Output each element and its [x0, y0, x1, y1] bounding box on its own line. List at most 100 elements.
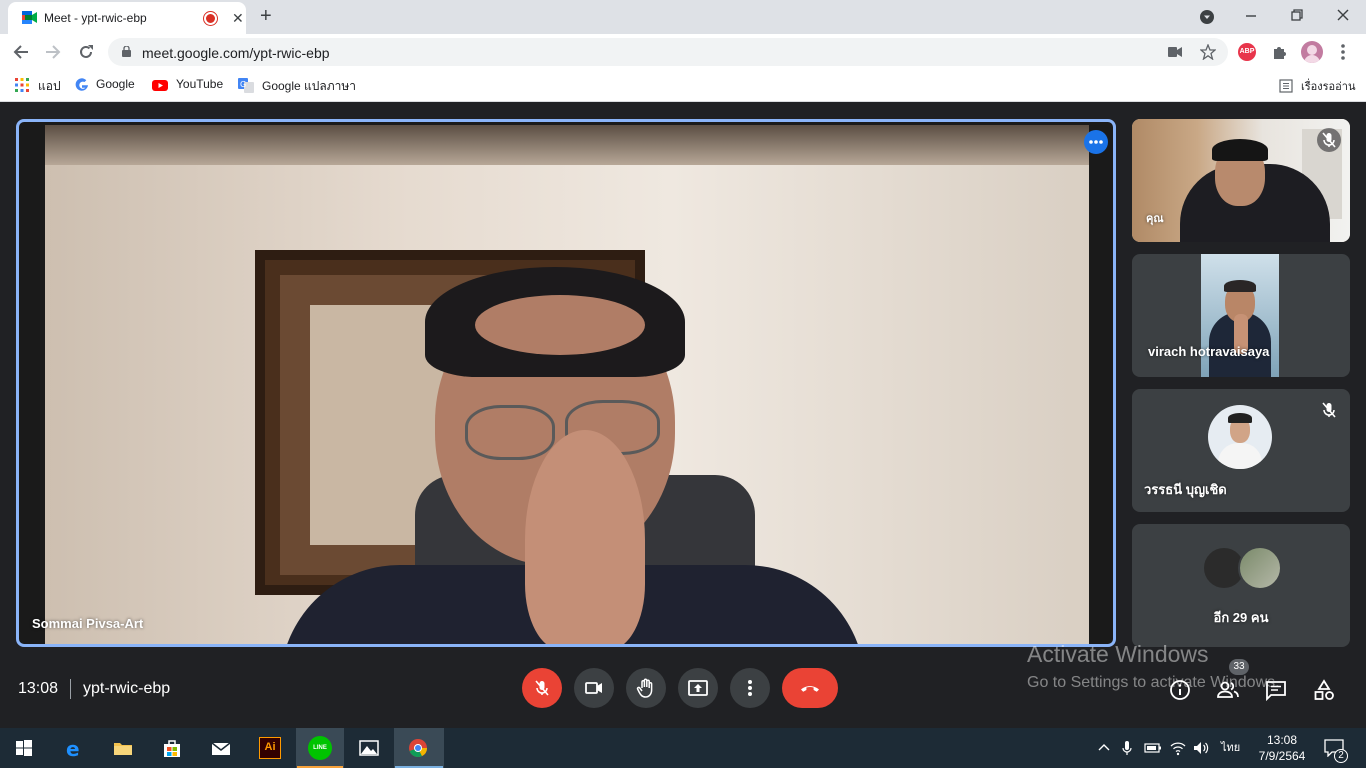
- participant-tile-virach[interactable]: virach hotravaisaya: [1132, 254, 1350, 377]
- tab-search-icon[interactable]: [1199, 9, 1215, 25]
- camera-icon: [585, 682, 602, 694]
- recording-indicator-icon: [204, 12, 217, 25]
- microphone-toggle-button[interactable]: [522, 668, 562, 708]
- adblock-plus-icon[interactable]: ABP: [1238, 43, 1256, 61]
- others-count-label: อีก 29 คน: [1213, 610, 1269, 625]
- new-tab-button[interactable]: +: [260, 5, 272, 27]
- apps-grid-icon[interactable]: [14, 77, 30, 93]
- taskbar-illustrator[interactable]: Ai: [246, 728, 294, 768]
- address-bar[interactable]: meet.google.com/ypt-rwic-ebp: [108, 38, 1228, 66]
- tab-title: Meet - ypt-rwic-ebp: [44, 11, 147, 25]
- photos-icon: [359, 740, 379, 756]
- chrome-icon: [409, 739, 428, 758]
- google-translate-icon: G: [238, 78, 254, 93]
- svg-text:e: e: [66, 738, 80, 758]
- avatar: [1238, 546, 1282, 590]
- tray-battery-icon[interactable]: [1144, 741, 1162, 755]
- edge-icon: e: [66, 738, 80, 758]
- mic-off-icon: [535, 680, 549, 696]
- bookmark-youtube[interactable]: YouTube: [176, 77, 223, 91]
- participant-name: virach hotravaisaya: [1148, 344, 1270, 359]
- google-meet-icon: [22, 11, 37, 24]
- leave-call-button[interactable]: [782, 668, 838, 708]
- people-icon[interactable]: [1216, 678, 1240, 702]
- taskbar-chrome[interactable]: [394, 728, 444, 768]
- start-button[interactable]: [0, 728, 48, 768]
- tray-date-text: 7/9/2564: [1258, 749, 1306, 763]
- more-options-button[interactable]: [730, 668, 770, 708]
- tray-input-language[interactable]: ไทย: [1221, 740, 1240, 756]
- youtube-icon: [152, 80, 168, 91]
- present-icon: [688, 680, 708, 696]
- participant-name: วรรธนี บุญเชิด: [1144, 482, 1227, 497]
- store-bag-icon: [164, 740, 180, 757]
- minimize-icon[interactable]: [1244, 9, 1258, 23]
- tray-chevron-up-icon[interactable]: [1098, 742, 1110, 754]
- present-screen-button[interactable]: [678, 668, 718, 708]
- bookmarks-bar: แอป Google YouTube G Google แปลภาษา เรื่…: [0, 70, 1366, 102]
- bookmark-star-icon[interactable]: [1200, 44, 1216, 60]
- bookmark-apps[interactable]: แอป: [38, 77, 61, 96]
- close-window-icon[interactable]: [1336, 8, 1350, 22]
- back-arrow-icon[interactable]: [12, 43, 30, 61]
- tray-wifi-icon[interactable]: [1170, 740, 1186, 756]
- mail-icon: [211, 742, 231, 755]
- taskbar-mail[interactable]: [197, 728, 245, 768]
- url-text: meet.google.com/ypt-rwic-ebp: [142, 45, 330, 61]
- camera-in-use-icon[interactable]: [1168, 46, 1182, 58]
- notification-count-badge: 2: [1334, 749, 1348, 763]
- profile-avatar[interactable]: [1301, 41, 1323, 63]
- people-count-badge: 33: [1229, 659, 1249, 675]
- participant-tile-others[interactable]: อีก 29 คน: [1132, 524, 1350, 647]
- browser-tab-meet[interactable]: Meet - ypt-rwic-ebp ✕: [8, 2, 246, 34]
- reading-list-button[interactable]: เรื่องรออ่าน: [1301, 77, 1355, 95]
- raise-hand-button[interactable]: [626, 668, 666, 708]
- extensions-puzzle-icon[interactable]: [1271, 43, 1289, 61]
- illustrator-icon: Ai: [259, 737, 281, 759]
- divider: [70, 679, 71, 699]
- chrome-menu-icon[interactable]: [1340, 43, 1346, 61]
- participant-name: คุณ: [1146, 213, 1164, 225]
- svg-text:G: G: [240, 80, 246, 89]
- reload-icon[interactable]: [77, 43, 95, 61]
- tray-volume-icon[interactable]: [1193, 740, 1209, 756]
- windows-taskbar: e Ai LINE ไทย 13:08 7/9/2564 2: [0, 728, 1366, 768]
- restore-window-icon[interactable]: [1290, 8, 1304, 22]
- close-tab-icon[interactable]: ✕: [232, 9, 244, 27]
- taskbar-store[interactable]: [148, 728, 196, 768]
- tray-clock[interactable]: 13:08 7/9/2564: [1258, 732, 1306, 764]
- participant-tile-wanthanee[interactable]: วรรธนี บุญเชิด: [1132, 389, 1350, 512]
- lock-icon: [122, 46, 131, 57]
- browser-tab-strip: Meet - ypt-rwic-ebp ✕ +: [0, 0, 1366, 34]
- folder-icon: [114, 743, 132, 755]
- main-speaker-video: [45, 125, 1089, 644]
- participant-tile-self[interactable]: คุณ: [1132, 119, 1350, 242]
- reading-list-icon: [1279, 79, 1293, 93]
- tile-more-options-icon[interactable]: [1084, 130, 1108, 154]
- forward-arrow-icon[interactable]: [44, 43, 62, 61]
- bookmark-google[interactable]: Google: [96, 77, 135, 91]
- taskbar-photos[interactable]: [345, 728, 393, 768]
- chat-icon[interactable]: [1264, 678, 1288, 702]
- hand-icon: [636, 678, 653, 698]
- activate-windows-subtitle: Go to Settings to activate Windows.: [1027, 674, 1280, 691]
- muted-mic-icon: [1317, 398, 1341, 422]
- bookmark-google-translate[interactable]: Google แปลภาษา: [262, 77, 356, 96]
- meeting-details-icon[interactable]: [1168, 678, 1192, 702]
- taskbar-edge[interactable]: e: [51, 728, 99, 768]
- tray-time-text: 13:08: [1266, 733, 1298, 747]
- windows-logo-icon: [16, 740, 32, 756]
- meet-call-area: Sommai Pivsa-Art คุณ virach hotravaisaya: [0, 103, 1366, 728]
- muted-mic-icon: [1317, 128, 1341, 152]
- taskbar-line[interactable]: LINE: [296, 728, 344, 768]
- tray-microphone-icon[interactable]: [1121, 740, 1133, 756]
- browser-toolbar: meet.google.com/ypt-rwic-ebp ABP: [0, 34, 1366, 70]
- line-app-icon: LINE: [308, 736, 332, 760]
- hang-up-icon: [801, 686, 819, 692]
- activate-windows-title: Activate Windows: [1027, 641, 1209, 667]
- more-vert-icon: [748, 680, 752, 696]
- camera-toggle-button[interactable]: [574, 668, 614, 708]
- main-speaker-tile[interactable]: Sommai Pivsa-Art: [16, 119, 1116, 647]
- taskbar-file-explorer[interactable]: [99, 728, 147, 768]
- activities-icon[interactable]: [1312, 678, 1336, 702]
